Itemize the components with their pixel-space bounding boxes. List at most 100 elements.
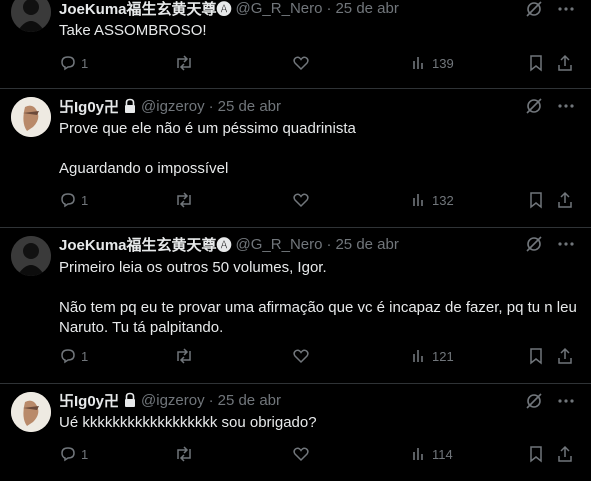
display-name[interactable]: JoeKuma福生玄黄天尊🅐 (59, 234, 232, 255)
avatar[interactable] (11, 392, 51, 432)
reply-button[interactable]: 1 (59, 347, 88, 365)
tweet-header: JoeKuma福生玄黄天尊🅐 @G_R_Nero · 25 de abr (59, 0, 399, 18)
reply-count: 1 (81, 348, 89, 364)
bookmark-icon (530, 55, 542, 72)
reply-count: 1 (81, 446, 89, 462)
tweet-header: 卐Ig0y卍 @igzeroy · 25 de abr (59, 96, 281, 116)
views-button[interactable]: 114 (410, 445, 453, 463)
views-count: 132 (432, 192, 454, 208)
reply-icon (61, 447, 75, 462)
reply-button[interactable]: 1 (59, 54, 88, 72)
bookmark-button[interactable] (528, 54, 544, 72)
bookmark-icon (530, 192, 542, 209)
timestamp[interactable]: 25 de abr (218, 392, 281, 409)
tweet-text: Primeiro leia os outros 50 volumes, Igor… (59, 259, 577, 336)
bookmark-button[interactable] (528, 191, 544, 209)
tweet-actions: 1 139 (0, 54, 591, 74)
username[interactable]: @G_R_Nero (236, 236, 323, 253)
share-button[interactable] (556, 347, 574, 365)
retweet-button[interactable] (174, 54, 194, 72)
display-name[interactable]: JoeKuma福生玄黄天尊🅐 (59, 0, 232, 19)
tweet-header: JoeKuma福生玄黄天尊🅐 @G_R_Nero · 25 de abr (59, 234, 399, 254)
views-icon (413, 194, 423, 206)
retweet-button[interactable] (174, 191, 194, 209)
timestamp[interactable]: 25 de abr (335, 236, 398, 253)
tweet[interactable]: JoeKuma福生玄黄天尊🅐 @G_R_Nero · 25 de abr Pri… (0, 228, 591, 384)
bookmark-icon (530, 348, 542, 365)
avatar[interactable] (11, 97, 51, 137)
tweet-top-actions (525, 235, 575, 253)
share-button[interactable] (556, 191, 574, 209)
views-button[interactable]: 139 (410, 54, 454, 72)
share-icon (558, 445, 572, 462)
separator-dot: · (326, 0, 332, 17)
views-icon (413, 448, 423, 460)
share-button[interactable] (556, 445, 574, 463)
reply-icon (61, 193, 75, 208)
reply-icon (61, 56, 75, 71)
share-button[interactable] (556, 54, 574, 72)
like-button[interactable] (292, 347, 310, 365)
tweet[interactable]: 卐Ig0y卍 @igzeroy · 25 de abr Prove que el… (0, 89, 591, 228)
timestamp[interactable]: 25 de abr (218, 98, 281, 115)
retweet-icon (177, 55, 191, 71)
retweet-button[interactable] (174, 445, 194, 463)
display-name[interactable]: 卐Ig0y卍 (59, 390, 119, 411)
tweet-text: Take ASSOMBROSO! (59, 22, 207, 39)
tweet-text: Ué kkkkkkkkkkkkkkkkkk sou obrigado? (59, 414, 317, 431)
retweet-button[interactable] (174, 347, 194, 365)
username[interactable]: @G_R_Nero (236, 0, 323, 17)
tweet-top-actions (525, 392, 575, 410)
like-button[interactable] (292, 191, 310, 209)
views-button[interactable]: 121 (410, 347, 454, 365)
tweet-actions: 1 132 (0, 191, 591, 211)
like-button[interactable] (292, 54, 310, 72)
reply-button[interactable]: 1 (59, 445, 88, 463)
timestamp[interactable]: 25 de abr (335, 0, 398, 17)
avatar[interactable] (11, 236, 51, 276)
like-button[interactable] (292, 445, 310, 463)
share-icon (558, 54, 572, 71)
bookmark-button[interactable] (528, 445, 544, 463)
views-button[interactable]: 132 (410, 191, 454, 209)
reply-button[interactable]: 1 (59, 191, 88, 209)
more-icon[interactable] (557, 97, 575, 115)
username[interactable]: @igzeroy (141, 98, 205, 115)
lock-icon (123, 98, 137, 114)
views-count: 139 (432, 55, 454, 71)
more-icon[interactable] (557, 235, 575, 253)
display-name[interactable]: 卐Ig0y卍 (59, 96, 119, 117)
avatar[interactable] (11, 0, 51, 32)
grok-icon[interactable] (525, 392, 543, 410)
grok-icon[interactable] (525, 97, 543, 115)
more-icon[interactable] (557, 392, 575, 410)
bookmark-button[interactable] (528, 347, 544, 365)
views-icon (413, 57, 423, 69)
views-icon (413, 350, 423, 362)
separator-dot: · (326, 235, 332, 253)
retweet-icon (177, 192, 191, 208)
share-icon (558, 191, 572, 208)
tweet[interactable]: 卐Ig0y卍 @igzeroy · 25 de abr Ué kkkkkkkkk… (0, 384, 591, 481)
heart-icon (293, 56, 309, 71)
grok-icon[interactable] (525, 235, 543, 253)
tweet-actions: 1 114 (0, 445, 591, 465)
lock-icon (123, 392, 137, 408)
bookmark-icon (530, 446, 542, 463)
reply-icon (61, 349, 75, 364)
separator-dot: · (208, 391, 214, 409)
reply-count: 1 (81, 55, 89, 71)
tweet-top-actions (525, 0, 575, 18)
views-count: 121 (432, 348, 454, 364)
grok-icon[interactable] (525, 0, 543, 18)
tweet[interactable]: JoeKuma福生玄黄天尊🅐 @G_R_Nero · 25 de abr Tak… (0, 0, 591, 89)
username[interactable]: @igzeroy (141, 392, 205, 409)
tweet-actions: 1 121 (0, 347, 591, 367)
heart-icon (293, 193, 309, 208)
separator-dot: · (208, 97, 214, 115)
retweet-icon (177, 446, 191, 462)
tweet-header: 卐Ig0y卍 @igzeroy · 25 de abr (59, 390, 281, 410)
tweet-top-actions (525, 97, 575, 115)
views-count: 114 (432, 446, 453, 462)
more-icon[interactable] (557, 0, 575, 18)
